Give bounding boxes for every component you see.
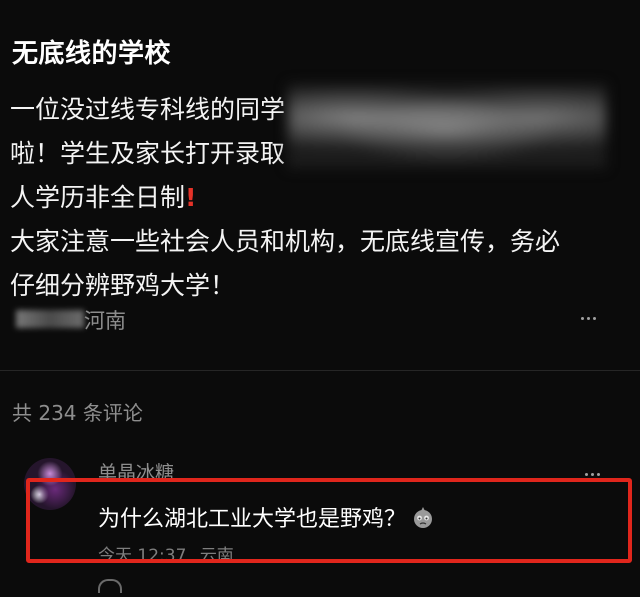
redaction-mosaic xyxy=(288,84,606,168)
post-body-line: 人学历非全日制! xyxy=(10,176,610,220)
comment-count: 共 234 条评论 xyxy=(12,401,143,425)
highlight-box xyxy=(26,478,632,563)
warning-exclamation-icon: ! xyxy=(185,183,197,212)
comment-actions-peek xyxy=(98,578,158,593)
post-meta-row: 河南 xyxy=(12,302,628,336)
post-more-icon[interactable] xyxy=(572,302,604,334)
post-title: 无底线的学校 xyxy=(12,39,172,69)
author-name-redacted xyxy=(16,310,84,328)
post-body-line: 大家注意一些社会人员和机构，无底线宣传，务必 xyxy=(10,227,561,256)
post-location: 河南 xyxy=(84,309,126,333)
post-body-line-text: 人学历非全日制 xyxy=(10,183,186,212)
like-icon[interactable] xyxy=(98,579,122,593)
divider xyxy=(0,370,640,371)
